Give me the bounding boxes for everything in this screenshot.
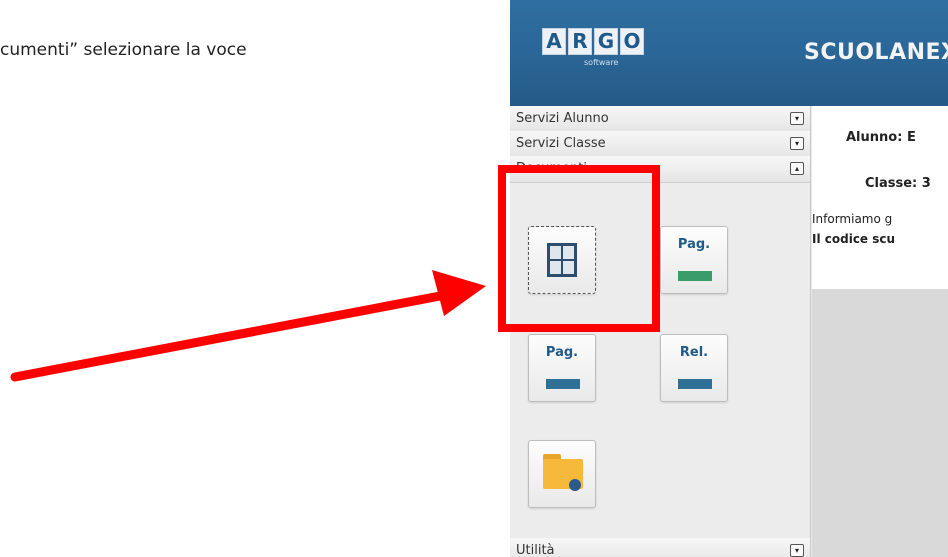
pagella-2-tile[interactable]: Pag. [528, 334, 596, 402]
documenti-cartella-tile[interactable] [528, 440, 596, 508]
user-badge-icon [569, 479, 581, 491]
relazione-tile[interactable]: Rel. [660, 334, 728, 402]
app-header: A R G O software SCUOLANEX [510, 0, 948, 106]
logo-letter: G [594, 28, 618, 55]
accordion-label: Servizi Alunno [516, 111, 609, 126]
argo-logo[interactable]: A R G O [542, 28, 644, 55]
pagella-tile[interactable]: Pag. [660, 226, 728, 294]
expand-icon[interactable]: ▾ [790, 112, 804, 125]
classe-label: Classe: 3 [865, 176, 931, 191]
main-content: Alunno: E Classe: 3 Informiamo g Il codi… [812, 106, 948, 557]
blue-bar-icon [546, 379, 580, 389]
accordion-utilita[interactable]: Utilità ▾ [510, 538, 810, 557]
tile-label: Rel. [679, 345, 709, 360]
blue-bar-icon [678, 379, 712, 389]
logo-letter: O [620, 28, 644, 55]
red-highlight-box [498, 165, 660, 332]
tile-label: Pag. [677, 237, 711, 252]
logo-letter: R [568, 28, 592, 55]
logo-subtitle: software [584, 58, 619, 67]
collapse-icon[interactable]: ▴ [790, 162, 804, 175]
expand-icon[interactable]: ▾ [790, 544, 804, 557]
app-brand-title: SCUOLANEX [804, 40, 948, 65]
logo-letter: A [542, 28, 566, 55]
accordion-servizi-alunno[interactable]: Servizi Alunno ▾ [510, 106, 810, 133]
codice-line: Il codice scu [812, 232, 896, 246]
accordion-label: Utilità [516, 543, 555, 557]
green-bar-icon [678, 271, 712, 281]
alunno-label: Alunno: E [846, 130, 916, 145]
expand-icon[interactable]: ▾ [790, 137, 804, 150]
accordion-servizi-classe[interactable]: Servizi Classe ▾ [510, 131, 810, 158]
student-info-panel: Alunno: E Classe: 3 Informiamo g Il codi… [812, 106, 948, 289]
accordion-label: Servizi Classe [516, 136, 606, 151]
tile-label: Pag. [545, 345, 579, 360]
info-line: Informiamo g [812, 212, 893, 226]
